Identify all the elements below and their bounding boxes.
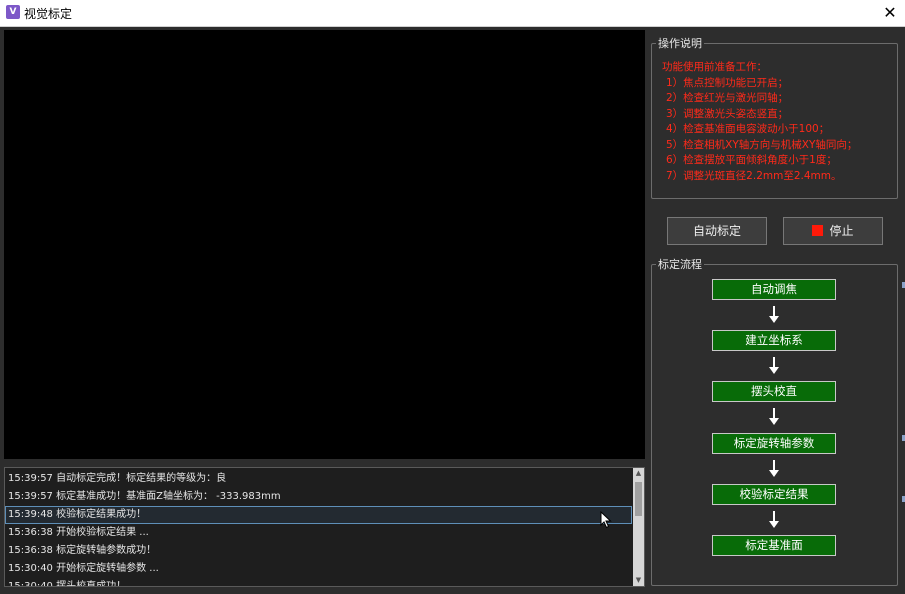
- calibration-window: V 视觉标定 ✕ 15:39:57 自动标定完成！标定结果的等级为：良 15:39…: [0, 0, 905, 594]
- instructions-text: 功能使用前准备工作： 1）焦点控制功能已开启； 2）检查红光与激光同轴； 3）调整激…: [662, 60, 857, 184]
- scroll-thumb[interactable]: [635, 482, 642, 516]
- auto-calibrate-button[interactable]: 自动标定: [667, 217, 767, 245]
- flow-step: 标定基准面: [712, 535, 836, 556]
- stop-icon: [812, 225, 824, 236]
- instruction-item: 3）调整激光头姿态竖直；: [666, 107, 789, 120]
- instruction-item: 1）焦点控制功能已开启；: [666, 76, 789, 89]
- instruction-item: 4）检查基准面电容波动小于100；: [666, 123, 830, 135]
- stop-button[interactable]: 停止: [783, 217, 883, 245]
- flow-step: 标定旋转轴参数: [712, 433, 836, 454]
- flow-step: 自动调焦: [712, 279, 836, 300]
- log-scrollbar[interactable]: ▲ ▼: [633, 468, 644, 586]
- flow-arrow-icon: [769, 511, 779, 528]
- instruction-item: 5）检查相机XY轴方向与机械XY轴同向；: [666, 138, 858, 151]
- flow-title: 标定流程: [656, 256, 704, 272]
- log-row[interactable]: 15:39:57 自动标定完成！标定结果的等级为：良: [5, 470, 632, 488]
- flow-step: 建立坐标系: [712, 330, 836, 351]
- log-row[interactable]: 15:39:48 校验标定结果成功！: [5, 506, 632, 524]
- instruction-item: 2）检查红光与激光同轴；: [666, 92, 789, 104]
- log-panel: 15:39:57 自动标定完成！标定结果的等级为：良 15:39:57 标定基准成…: [4, 467, 645, 587]
- flow-step: 校验标定结果: [712, 484, 836, 505]
- instruction-item: 7）调整光斑直径2.2mm至2.4mm。: [666, 169, 842, 182]
- close-button[interactable]: ✕: [875, 0, 905, 26]
- instructions-heading: 功能使用前准备工作：: [662, 61, 767, 73]
- instructions-title: 操作说明: [656, 35, 704, 51]
- app-icon: V: [6, 5, 20, 19]
- scroll-down-icon[interactable]: ▼: [633, 575, 644, 586]
- flow-arrow-icon: [769, 306, 779, 323]
- camera-view: [4, 30, 645, 459]
- instructions-group: 操作说明 功能使用前准备工作： 1）焦点控制功能已开启； 2）检查红光与激光同轴；…: [651, 35, 898, 199]
- calibration-flow-group: 标定流程 自动调焦建立坐标系摆头校直标定旋转轴参数 校验标定结果 标定基准面: [651, 256, 898, 586]
- log-row[interactable]: 15:36:38 开始校验标定结果 ...: [5, 524, 632, 542]
- log-row[interactable]: 15:39:57 标定基准成功！基准面Z轴坐标为： -333.983mm: [5, 488, 632, 506]
- flow-arrow-icon: [769, 460, 779, 477]
- instruction-item: 6）检查摆放平面倾斜角度小于1度；: [666, 154, 837, 166]
- log-row[interactable]: 15:36:38 标定旋转轴参数成功！: [5, 542, 632, 560]
- scroll-up-icon[interactable]: ▲: [633, 468, 644, 479]
- log-list: 15:39:57 自动标定完成！标定结果的等级为：良 15:39:57 标定基准成…: [5, 470, 632, 586]
- flow-step: 摆头校直: [712, 381, 836, 402]
- log-row[interactable]: 15:30:40 摆头校直成功！: [5, 578, 632, 586]
- mouse-cursor-icon: [600, 511, 612, 529]
- title-bar: V 视觉标定 ✕: [0, 0, 905, 27]
- window-title: 视觉标定: [24, 7, 73, 21]
- flow-arrow-icon: [769, 408, 779, 425]
- stop-button-label: 停止: [829, 224, 854, 238]
- flow-arrow-icon: [769, 357, 779, 374]
- log-row[interactable]: 15:30:40 开始标定旋转轴参数 ...: [5, 560, 632, 578]
